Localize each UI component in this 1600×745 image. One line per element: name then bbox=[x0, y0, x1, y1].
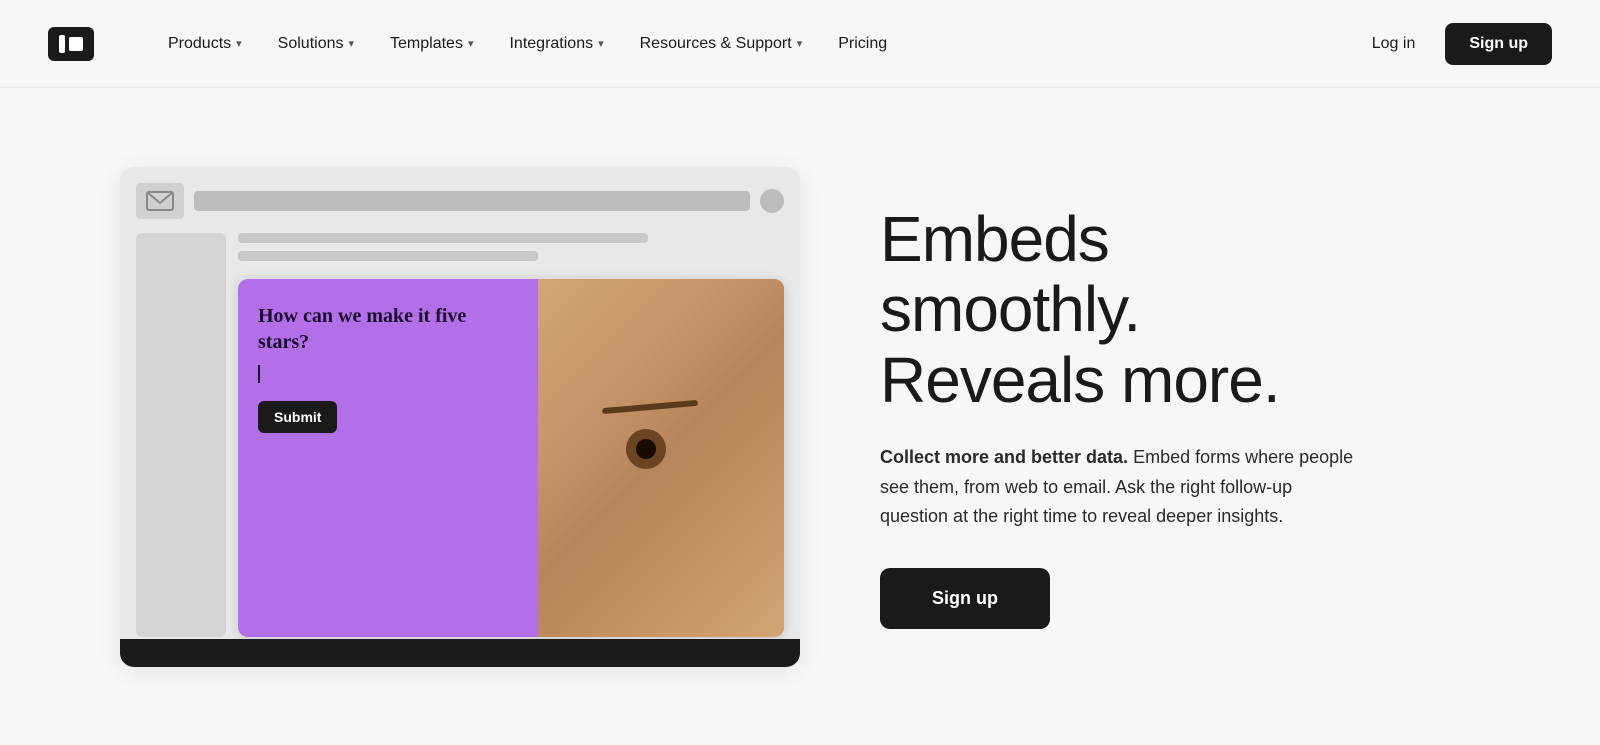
browser-line-2 bbox=[238, 251, 538, 261]
integrations-chevron-icon: ▾ bbox=[598, 37, 604, 50]
products-label: Products bbox=[168, 35, 231, 53]
face-illustration bbox=[538, 279, 784, 637]
browser-bottom-bar bbox=[120, 639, 800, 667]
browser-address-container bbox=[194, 189, 784, 213]
nav-item-pricing[interactable]: Pricing bbox=[824, 27, 901, 61]
signup-button-nav[interactable]: Sign up bbox=[1445, 23, 1552, 65]
browser-bar bbox=[136, 183, 784, 219]
form-right bbox=[538, 279, 784, 637]
nav-links: Products ▾ Solutions ▾ Templates ▾ Integ… bbox=[154, 27, 1358, 61]
hero-text: Embeds smoothly. Reveals more. Collect m… bbox=[880, 204, 1360, 629]
nav-item-integrations[interactable]: Integrations ▾ bbox=[495, 27, 617, 61]
logo-square bbox=[69, 37, 83, 51]
browser-address-bar bbox=[194, 191, 750, 211]
hero-desc-bold: Collect more and better data. bbox=[880, 447, 1128, 467]
templates-chevron-icon: ▾ bbox=[468, 37, 474, 50]
browser-text-lines bbox=[238, 233, 784, 261]
mail-icon bbox=[146, 191, 174, 211]
login-button[interactable]: Log in bbox=[1358, 27, 1430, 61]
signup-button-hero[interactable]: Sign up bbox=[880, 568, 1050, 629]
eye-area bbox=[587, 404, 734, 494]
eyebrow bbox=[602, 400, 698, 414]
eye bbox=[595, 431, 698, 467]
browser-content: How can we make it five stars? Submit bbox=[136, 233, 784, 637]
nav-item-templates[interactable]: Templates ▾ bbox=[376, 27, 487, 61]
form-card: How can we make it five stars? Submit bbox=[238, 279, 784, 637]
logo-icon bbox=[48, 27, 94, 61]
hero-title: Embeds smoothly. Reveals more. bbox=[880, 204, 1360, 415]
resources-chevron-icon: ▾ bbox=[797, 37, 803, 50]
pupil bbox=[636, 439, 656, 459]
form-cursor-icon bbox=[258, 365, 260, 383]
browser-mockup: How can we make it five stars? Submit bbox=[120, 167, 800, 667]
solutions-label: Solutions bbox=[278, 35, 344, 53]
nav-item-resources[interactable]: Resources & Support ▾ bbox=[626, 27, 817, 61]
pricing-label: Pricing bbox=[838, 35, 887, 53]
form-submit-button[interactable]: Submit bbox=[258, 401, 337, 433]
templates-label: Templates bbox=[390, 35, 463, 53]
navigation: Products ▾ Solutions ▾ Templates ▾ Integ… bbox=[0, 0, 1600, 88]
logo[interactable] bbox=[48, 27, 94, 61]
browser-circle bbox=[760, 189, 784, 213]
integrations-label: Integrations bbox=[509, 35, 593, 53]
browser-main-area: How can we make it five stars? Submit bbox=[238, 233, 784, 637]
solutions-chevron-icon: ▾ bbox=[349, 37, 355, 50]
products-chevron-icon: ▾ bbox=[236, 37, 242, 50]
main-content: How can we make it five stars? Submit bbox=[0, 88, 1600, 745]
form-left: How can we make it five stars? Submit bbox=[238, 279, 538, 637]
logo-bar-1 bbox=[59, 35, 65, 53]
browser-sidebar bbox=[136, 233, 226, 637]
nav-actions: Log in Sign up bbox=[1358, 23, 1552, 65]
hero-description: Collect more and better data. Embed form… bbox=[880, 443, 1360, 532]
browser-line-1 bbox=[238, 233, 648, 243]
nav-item-products[interactable]: Products ▾ bbox=[154, 27, 256, 61]
iris bbox=[626, 429, 666, 469]
nav-item-solutions[interactable]: Solutions ▾ bbox=[264, 27, 368, 61]
form-question: How can we make it five stars? bbox=[258, 303, 518, 355]
browser-icon-area bbox=[136, 183, 184, 219]
resources-label: Resources & Support bbox=[640, 35, 792, 53]
